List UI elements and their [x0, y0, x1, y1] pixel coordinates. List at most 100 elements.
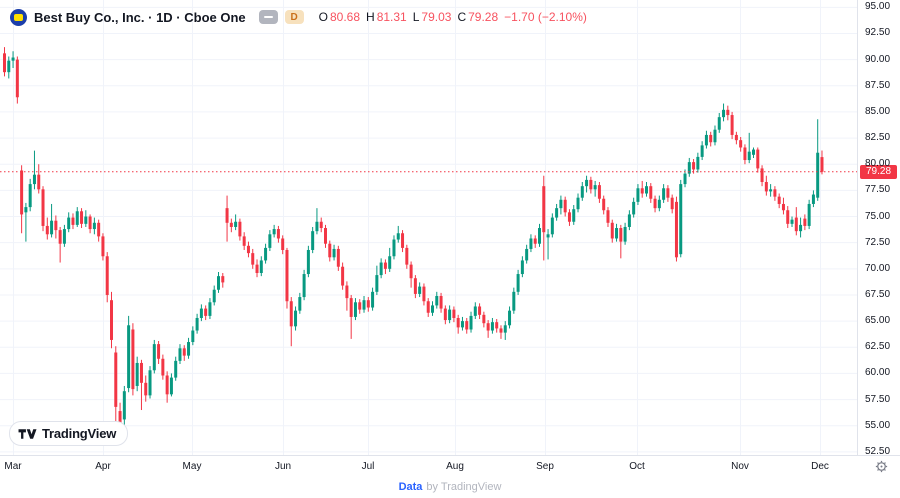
candle — [388, 247, 392, 272]
candle — [379, 258, 383, 279]
symbol-title[interactable]: Best Buy Co., Inc. · 1D · Cboe One — [34, 10, 246, 25]
candle — [435, 291, 439, 309]
candle — [773, 186, 777, 201]
by-tradingview-text: by TradingView — [426, 481, 502, 493]
candle — [37, 164, 41, 194]
month-label: Oct — [629, 461, 645, 472]
candle — [743, 144, 747, 165]
candle — [811, 190, 815, 208]
candle — [426, 298, 430, 317]
price-tick-label: 65.00 — [865, 315, 891, 327]
interval-badge[interactable]: D — [284, 10, 304, 24]
candle — [576, 193, 580, 213]
candle — [358, 299, 362, 314]
candle — [508, 306, 512, 329]
data-link[interactable]: Data — [399, 481, 423, 493]
candle — [649, 183, 653, 203]
candle — [294, 306, 298, 331]
candle — [610, 219, 614, 243]
month-label: Mar — [4, 461, 22, 472]
candle — [739, 137, 743, 152]
candle — [452, 306, 456, 323]
candle — [790, 216, 794, 227]
candle — [84, 210, 88, 227]
price-tick-label: 70.00 — [865, 262, 891, 274]
candle — [781, 197, 785, 215]
candle — [15, 56, 19, 104]
candle — [28, 178, 32, 212]
candle — [71, 213, 75, 230]
candle — [315, 208, 319, 235]
candle — [619, 224, 623, 259]
gear-icon[interactable] — [874, 459, 889, 474]
price-tick-label: 60.00 — [865, 367, 891, 379]
candle — [127, 315, 131, 393]
candle — [332, 244, 336, 261]
candle — [666, 185, 670, 202]
candle — [465, 317, 469, 334]
candle — [747, 132, 751, 164]
price-tick-label: 87.50 — [865, 79, 891, 91]
candle — [353, 298, 357, 321]
candle — [225, 195, 229, 242]
candle — [54, 215, 58, 239]
candle — [336, 245, 340, 271]
candle — [114, 346, 118, 427]
candle — [542, 175, 546, 261]
candle — [627, 210, 631, 231]
candle — [730, 111, 734, 140]
candle — [88, 214, 92, 234]
candle — [152, 339, 156, 374]
candle — [752, 147, 755, 158]
tradingview-logo-pill[interactable]: TradingView — [9, 421, 129, 446]
candle — [816, 119, 820, 201]
candle — [392, 235, 396, 260]
candle — [264, 243, 268, 264]
candle — [268, 230, 272, 252]
collapse-dash-icon[interactable] — [258, 10, 278, 24]
candle — [302, 269, 306, 301]
chart-canvas[interactable] — [0, 0, 857, 455]
candle — [597, 182, 601, 203]
price-tick-label: 62.50 — [865, 341, 891, 353]
tradingview-chart-window: 79.28 95.00 92.50 90.00 87.50 85.00 82.50 80.0… — [0, 0, 900, 498]
candle — [41, 186, 45, 232]
candle — [687, 157, 691, 177]
price-tick-label: 80.00 — [865, 158, 891, 170]
candle — [448, 305, 452, 324]
candle — [208, 298, 212, 320]
month-label: Aug — [446, 461, 464, 472]
candle — [520, 256, 524, 278]
attribution-bar: Data by TradingView — [0, 476, 900, 498]
price-tick-label: 57.50 — [865, 393, 891, 405]
candle — [422, 283, 426, 306]
candle — [92, 217, 96, 235]
candle — [456, 314, 460, 334]
price-tick-label: 75.00 — [865, 210, 891, 222]
candle — [722, 103, 726, 122]
candle — [319, 217, 323, 233]
time-axis[interactable]: Mar Apr May Jun Jul Aug Sep Oct Nov Dec — [0, 455, 900, 477]
candle — [311, 226, 315, 254]
candle — [276, 225, 280, 243]
candle — [615, 223, 619, 242]
candle — [525, 244, 529, 264]
candle — [366, 297, 370, 312]
candle — [341, 262, 345, 290]
candle — [58, 226, 62, 263]
candle — [285, 247, 289, 309]
candle — [490, 317, 494, 334]
candle — [679, 179, 683, 258]
candle — [546, 229, 550, 260]
candle — [794, 207, 798, 236]
candle — [105, 252, 109, 303]
price-axis[interactable]: 79.28 95.00 92.50 90.00 87.50 85.00 82.50 80.0… — [857, 0, 900, 476]
candle — [50, 203, 54, 238]
price-tick-label: 67.50 — [865, 288, 891, 300]
best-buy-logo-icon — [10, 8, 27, 26]
candle — [657, 195, 661, 212]
low-value: 79.03 — [421, 10, 452, 24]
candle — [45, 217, 49, 240]
candle — [191, 326, 195, 346]
candle — [499, 325, 503, 339]
